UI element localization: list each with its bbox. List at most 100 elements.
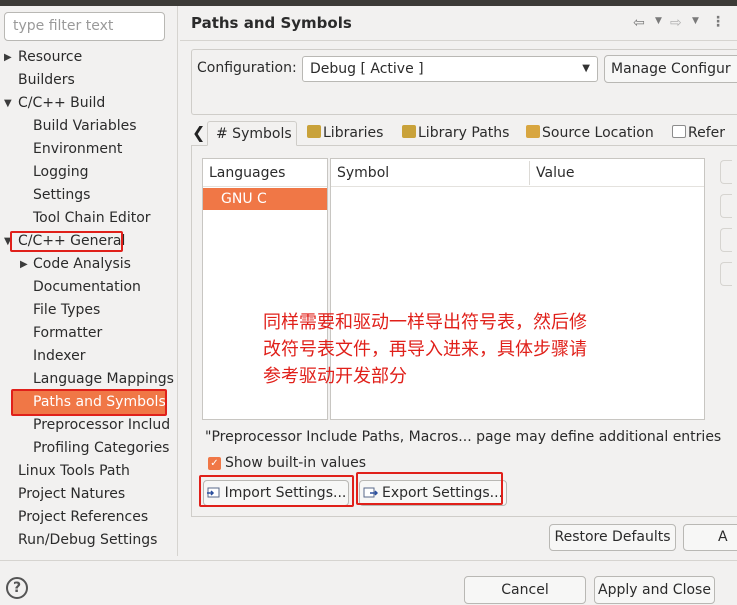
chevron-down-icon: ▼ bbox=[582, 63, 590, 74]
tree-item[interactable]: Logging bbox=[0, 161, 176, 184]
tree-item[interactable]: ▶ Resource bbox=[0, 46, 176, 69]
annotation-line-2: 改符号表文件，再导入进来，具体步骤请 bbox=[263, 339, 587, 360]
tree-item-label: Preprocessor Includ bbox=[33, 417, 171, 433]
tree-item-label: Paths and Symbols bbox=[33, 394, 166, 410]
cancel-button[interactable]: Cancel bbox=[464, 576, 586, 604]
tree-item[interactable]: Environment bbox=[0, 138, 176, 161]
tree-item-label: Tool Chain Editor bbox=[33, 210, 151, 226]
tree-item[interactable]: ▼ C/C++ General bbox=[0, 230, 176, 253]
column-value[interactable]: Value bbox=[530, 159, 704, 187]
tree-item-label: Builders bbox=[18, 72, 75, 88]
tree-item-label: Linux Tools Path bbox=[18, 463, 130, 479]
restore-defaults-button[interactable]: Restore Defaults bbox=[549, 524, 676, 551]
export-settings-label: Export Settings... bbox=[381, 485, 504, 501]
info-note: "Preprocessor Include Paths, Macros... p… bbox=[205, 429, 722, 445]
add-button-stub[interactable] bbox=[720, 160, 732, 184]
tree-item[interactable]: Project Natures bbox=[0, 483, 176, 506]
configuration-select[interactable]: Debug [ Active ] ▼ bbox=[302, 56, 598, 82]
tree-item-label: Formatter bbox=[33, 325, 103, 341]
apply-button[interactable]: A bbox=[683, 524, 737, 551]
library-path-icon bbox=[402, 125, 416, 138]
tree-item[interactable]: Settings bbox=[0, 184, 176, 207]
preferences-tree: ▶ Resource Builders ▼ C/C++ Build Build Varia… bbox=[0, 46, 176, 556]
tree-item-label: Code Analysis bbox=[33, 256, 131, 272]
tree-item[interactable]: Project References bbox=[0, 506, 176, 529]
tree-item[interactable]: Tool Chain Editor bbox=[0, 207, 176, 230]
forward-arrow-icon[interactable]: ⇨ bbox=[670, 15, 682, 31]
tab-libraries[interactable]: Libraries bbox=[307, 121, 383, 146]
tree-item[interactable]: ▼ C/C++ Build bbox=[0, 92, 176, 115]
collapsed-arrow-icon[interactable]: ▶ bbox=[20, 253, 28, 276]
language-item-gnu-c[interactable]: GNU C bbox=[203, 188, 327, 210]
edit-button-stub[interactable] bbox=[720, 194, 732, 218]
tree-item-label: Resource bbox=[18, 49, 83, 65]
tab-source-location-label: Source Location bbox=[542, 125, 654, 141]
show-builtin-checkbox[interactable]: ✓ bbox=[208, 457, 221, 470]
tree-item-label: C/C++ Build bbox=[18, 95, 106, 111]
tree-item[interactable]: File Types bbox=[0, 299, 176, 322]
tree-item-label: Language Mappings bbox=[33, 371, 174, 387]
library-icon bbox=[307, 125, 321, 138]
tree-item[interactable]: Run/Debug Settings bbox=[0, 529, 176, 552]
languages-header: Languages bbox=[203, 159, 327, 187]
symbols-table-header: Symbol Value bbox=[331, 159, 704, 187]
apply-and-close-button[interactable]: Apply and Close bbox=[594, 576, 715, 604]
tree-item-label: Settings bbox=[33, 187, 91, 203]
reference-icon bbox=[672, 125, 686, 138]
page-title: Paths and Symbols bbox=[191, 14, 352, 32]
tab-scroll-left-icon[interactable]: ❮ bbox=[192, 123, 205, 142]
annotation-text: 同样需要和驱动一样导出符号表，然后修 改符号表文件，再导入进来，具体步骤请 参考… bbox=[263, 309, 663, 390]
configuration-value: Debug [ Active ] bbox=[310, 61, 424, 77]
tab-libraries-label: Libraries bbox=[323, 125, 384, 141]
tree-item[interactable]: Documentation bbox=[0, 276, 176, 299]
tree-item-label: Run/Debug Settings bbox=[18, 532, 158, 548]
tree-item-label: Environment bbox=[33, 141, 123, 157]
more-options-icon[interactable]: ⋮ bbox=[711, 14, 725, 30]
tree-item[interactable]: Formatter bbox=[0, 322, 176, 345]
header-separator bbox=[180, 40, 737, 41]
tab-references[interactable]: Refer bbox=[672, 121, 725, 146]
tab-library-paths-label: Library Paths bbox=[418, 125, 510, 141]
tree-item-label: Logging bbox=[33, 164, 89, 180]
collapsed-arrow-icon[interactable]: ▶ bbox=[4, 46, 12, 69]
tree-item[interactable]: ▶ Code Analysis bbox=[0, 253, 176, 276]
annotation-line-3: 参考驱动开发部分 bbox=[263, 366, 407, 387]
tab-library-paths[interactable]: Library Paths bbox=[402, 121, 509, 146]
tree-item[interactable]: Language Mappings bbox=[0, 368, 176, 391]
footer-separator bbox=[0, 560, 737, 561]
tab-source-location[interactable]: Source Location bbox=[526, 121, 654, 146]
tree-item-label: Project Natures bbox=[18, 486, 126, 502]
tree-item[interactable]: Indexer bbox=[0, 345, 176, 368]
tree-item[interactable]: Preprocessor Includ bbox=[0, 414, 176, 437]
export-icon bbox=[363, 483, 379, 498]
export-button-stub[interactable] bbox=[720, 262, 732, 286]
help-icon[interactable]: ? bbox=[6, 577, 28, 599]
back-arrow-icon[interactable]: ⇦ bbox=[633, 15, 645, 31]
tree-item[interactable]: Builders bbox=[0, 69, 176, 92]
column-symbol[interactable]: Symbol bbox=[331, 159, 529, 187]
sash-divider[interactable] bbox=[177, 6, 178, 556]
tree-item-label: Documentation bbox=[33, 279, 141, 295]
filter-input[interactable]: type filter text bbox=[4, 12, 165, 41]
export-settings-button[interactable]: Export Settings... bbox=[359, 480, 507, 506]
tree-item[interactable]: Profiling Categories bbox=[0, 437, 176, 460]
show-builtin-label: Show built-in values bbox=[225, 455, 367, 471]
tree-item[interactable]: Linux Tools Path bbox=[0, 460, 176, 483]
source-folder-icon bbox=[526, 125, 540, 138]
expanded-arrow-icon[interactable]: ▼ bbox=[4, 230, 12, 253]
expanded-arrow-icon[interactable]: ▼ bbox=[4, 92, 12, 115]
tree-item-label: C/C++ General bbox=[18, 233, 126, 249]
import-settings-button[interactable]: Import Settings... bbox=[203, 480, 349, 506]
tree-item-label: Profiling Categories bbox=[33, 440, 170, 456]
tab-symbols[interactable]: # Symbols bbox=[207, 121, 297, 146]
tab-references-label: Refer bbox=[688, 125, 726, 141]
back-dropdown-icon[interactable]: ▼ bbox=[655, 16, 662, 26]
tree-item-label: Indexer bbox=[33, 348, 86, 364]
delete-button-stub[interactable] bbox=[720, 228, 732, 252]
tree-item[interactable]: Build Variables bbox=[0, 115, 176, 138]
manage-configurations-button[interactable]: Manage Configur bbox=[604, 55, 737, 83]
tree-item[interactable]: Paths and Symbols bbox=[13, 391, 167, 414]
forward-dropdown-icon[interactable]: ▼ bbox=[692, 16, 699, 26]
configuration-label: Configuration: bbox=[197, 60, 297, 76]
window-top-edge bbox=[0, 0, 737, 6]
